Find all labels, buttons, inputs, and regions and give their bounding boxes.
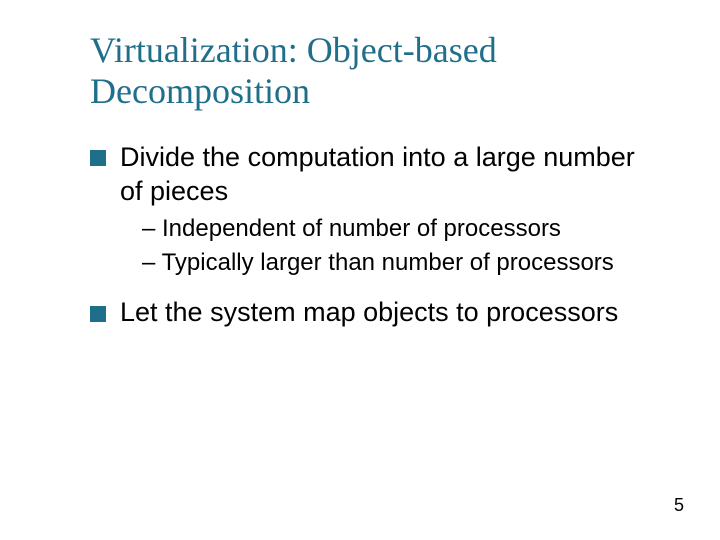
bullet-text: Divide the computation into a large numb… [120,142,635,206]
slide: Virtualization: Object-based Decompositi… [0,0,720,540]
bullet-item: Divide the computation into a large numb… [90,141,660,209]
square-bullet-icon [90,150,106,166]
bullet-text: Let the system map objects to processors [120,297,618,327]
slide-body: Divide the computation into a large numb… [90,141,660,330]
spacer [90,282,660,296]
slide-title: Virtualization: Object-based Decompositi… [90,30,660,113]
sub-bullet-item: – Independent of number of processors [90,214,660,244]
page-number: 5 [674,495,684,516]
square-bullet-icon [90,306,106,322]
bullet-item: Let the system map objects to processors [90,296,660,330]
sub-bullet-item: – Typically larger than number of proces… [90,248,660,278]
